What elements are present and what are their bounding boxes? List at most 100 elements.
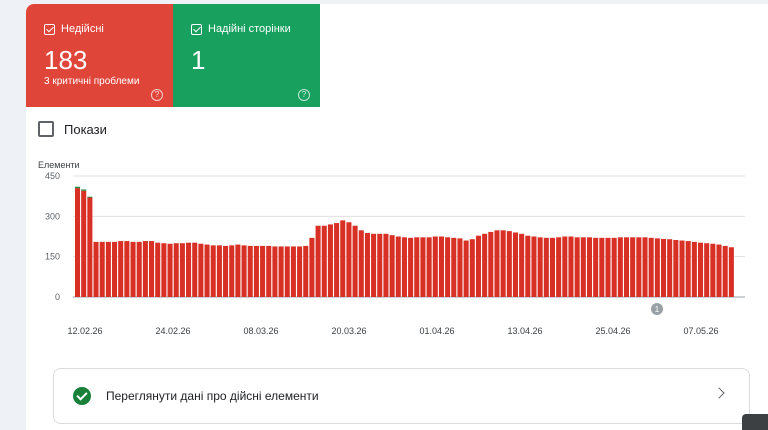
help-icon[interactable]: ? [298, 89, 310, 101]
bar-invalid [284, 246, 290, 297]
bar-invalid [204, 244, 210, 297]
bar-invalid [568, 236, 574, 297]
bars [75, 186, 734, 297]
bar-invalid [549, 237, 556, 297]
bar-invalid [654, 238, 660, 297]
bar-invalid [599, 237, 605, 297]
bar-invalid [679, 240, 685, 297]
bar-invalid [408, 237, 414, 297]
help-icon[interactable]: ? [151, 89, 163, 101]
bar-invalid [334, 223, 340, 297]
bar-invalid [210, 245, 216, 297]
bar-invalid [716, 244, 722, 297]
valid-tile-header: Надійні сторінки [191, 23, 291, 35]
bar-invalid [167, 243, 173, 297]
bar-invalid [253, 245, 259, 297]
bar-invalid [198, 243, 204, 297]
bar-invalid [414, 237, 420, 297]
bar-invalid [235, 244, 241, 297]
bar-invalid [358, 230, 364, 297]
bar-invalid [438, 236, 444, 297]
bar-valid [87, 196, 93, 198]
bar-invalid [75, 188, 81, 297]
bar-invalid [142, 241, 148, 297]
y-axis-label: Елементи [38, 160, 80, 170]
valid-checkbox-icon[interactable] [191, 23, 202, 35]
bar-invalid [673, 240, 679, 297]
bar-invalid [99, 241, 105, 297]
invalid-tile[interactable]: Недійсні 183 3 критичні проблеми ? [26, 4, 173, 107]
bar-invalid [401, 237, 407, 297]
bar-invalid [223, 245, 229, 297]
x-tick-label: 13.04.26 [507, 326, 542, 336]
valid-tile[interactable]: Надійні сторінки 1 ? [173, 4, 320, 107]
bar-invalid [667, 239, 673, 297]
bar-invalid [192, 242, 198, 297]
bar-invalid [130, 241, 136, 297]
bar-invalid [241, 245, 247, 297]
bar-invalid [297, 246, 303, 297]
bar-invalid [395, 236, 401, 297]
bar-invalid [531, 236, 537, 297]
feedback-button[interactable] [742, 414, 768, 430]
bar-invalid [186, 242, 192, 297]
y-tick-label: 450 [45, 171, 60, 181]
bar-invalid [377, 233, 383, 297]
bar-invalid [648, 237, 654, 297]
bar-invalid [685, 241, 691, 297]
bar-invalid [81, 190, 87, 297]
bar-invalid [173, 243, 179, 297]
bar-invalid [556, 237, 562, 297]
y-tick-label: 300 [45, 211, 60, 221]
bar-invalid [290, 246, 296, 297]
x-tick-label: 08.03.26 [243, 326, 278, 336]
bar-invalid [512, 232, 518, 297]
bar-invalid [371, 233, 377, 297]
bar-invalid [617, 237, 623, 297]
bar-valid [75, 186, 81, 189]
bar-invalid [580, 237, 586, 297]
bar-invalid [722, 245, 728, 297]
bar-invalid [525, 235, 531, 297]
bar-invalid [420, 237, 426, 297]
valid-label: Надійні сторінки [208, 23, 291, 35]
bar-invalid [660, 238, 667, 297]
bar-invalid [482, 233, 488, 297]
view-valid-items-link[interactable]: Переглянути дані про дійсні елементи [53, 368, 750, 424]
bar-invalid [623, 237, 630, 297]
impressions-toggle[interactable]: Покази [38, 121, 107, 137]
bar-invalid [112, 241, 118, 297]
annotation-label: 1 [655, 305, 660, 314]
invalid-tile-header: Недійсні [44, 23, 104, 35]
bar-invalid [586, 237, 593, 297]
bar-invalid [179, 243, 185, 297]
bar-invalid [636, 237, 642, 297]
bar-invalid [161, 243, 167, 297]
bar-invalid [605, 237, 611, 297]
bar-invalid [383, 233, 389, 297]
bar-invalid [389, 235, 395, 297]
x-tick-label: 12.02.26 [67, 326, 102, 336]
bar-invalid [710, 243, 716, 297]
items-bar-chart: Елементи 0 150 300 450 12.02.26 24.02.26 08.0… [38, 160, 745, 336]
x-tick-label: 20.03.26 [331, 326, 366, 336]
x-tick-label: 24.02.26 [155, 326, 190, 336]
bar-invalid [352, 225, 358, 297]
bar-invalid [463, 240, 469, 297]
invalid-label: Недійсні [61, 23, 104, 35]
bar-invalid [469, 239, 475, 297]
bar-invalid [642, 237, 648, 297]
bar-invalid [704, 243, 710, 297]
impressions-checkbox[interactable] [38, 121, 54, 137]
bar-invalid [87, 197, 93, 297]
bar-invalid [537, 237, 543, 297]
x-tick-label: 01.04.26 [419, 326, 454, 336]
bar-invalid [346, 222, 352, 297]
bar-invalid [303, 245, 309, 297]
bar-invalid [475, 235, 481, 297]
y-tick-label: 0 [55, 292, 60, 302]
invalid-checkbox-icon[interactable] [44, 23, 55, 35]
bar-invalid [321, 225, 327, 297]
bar-invalid [519, 233, 525, 297]
bar-invalid [457, 238, 463, 297]
